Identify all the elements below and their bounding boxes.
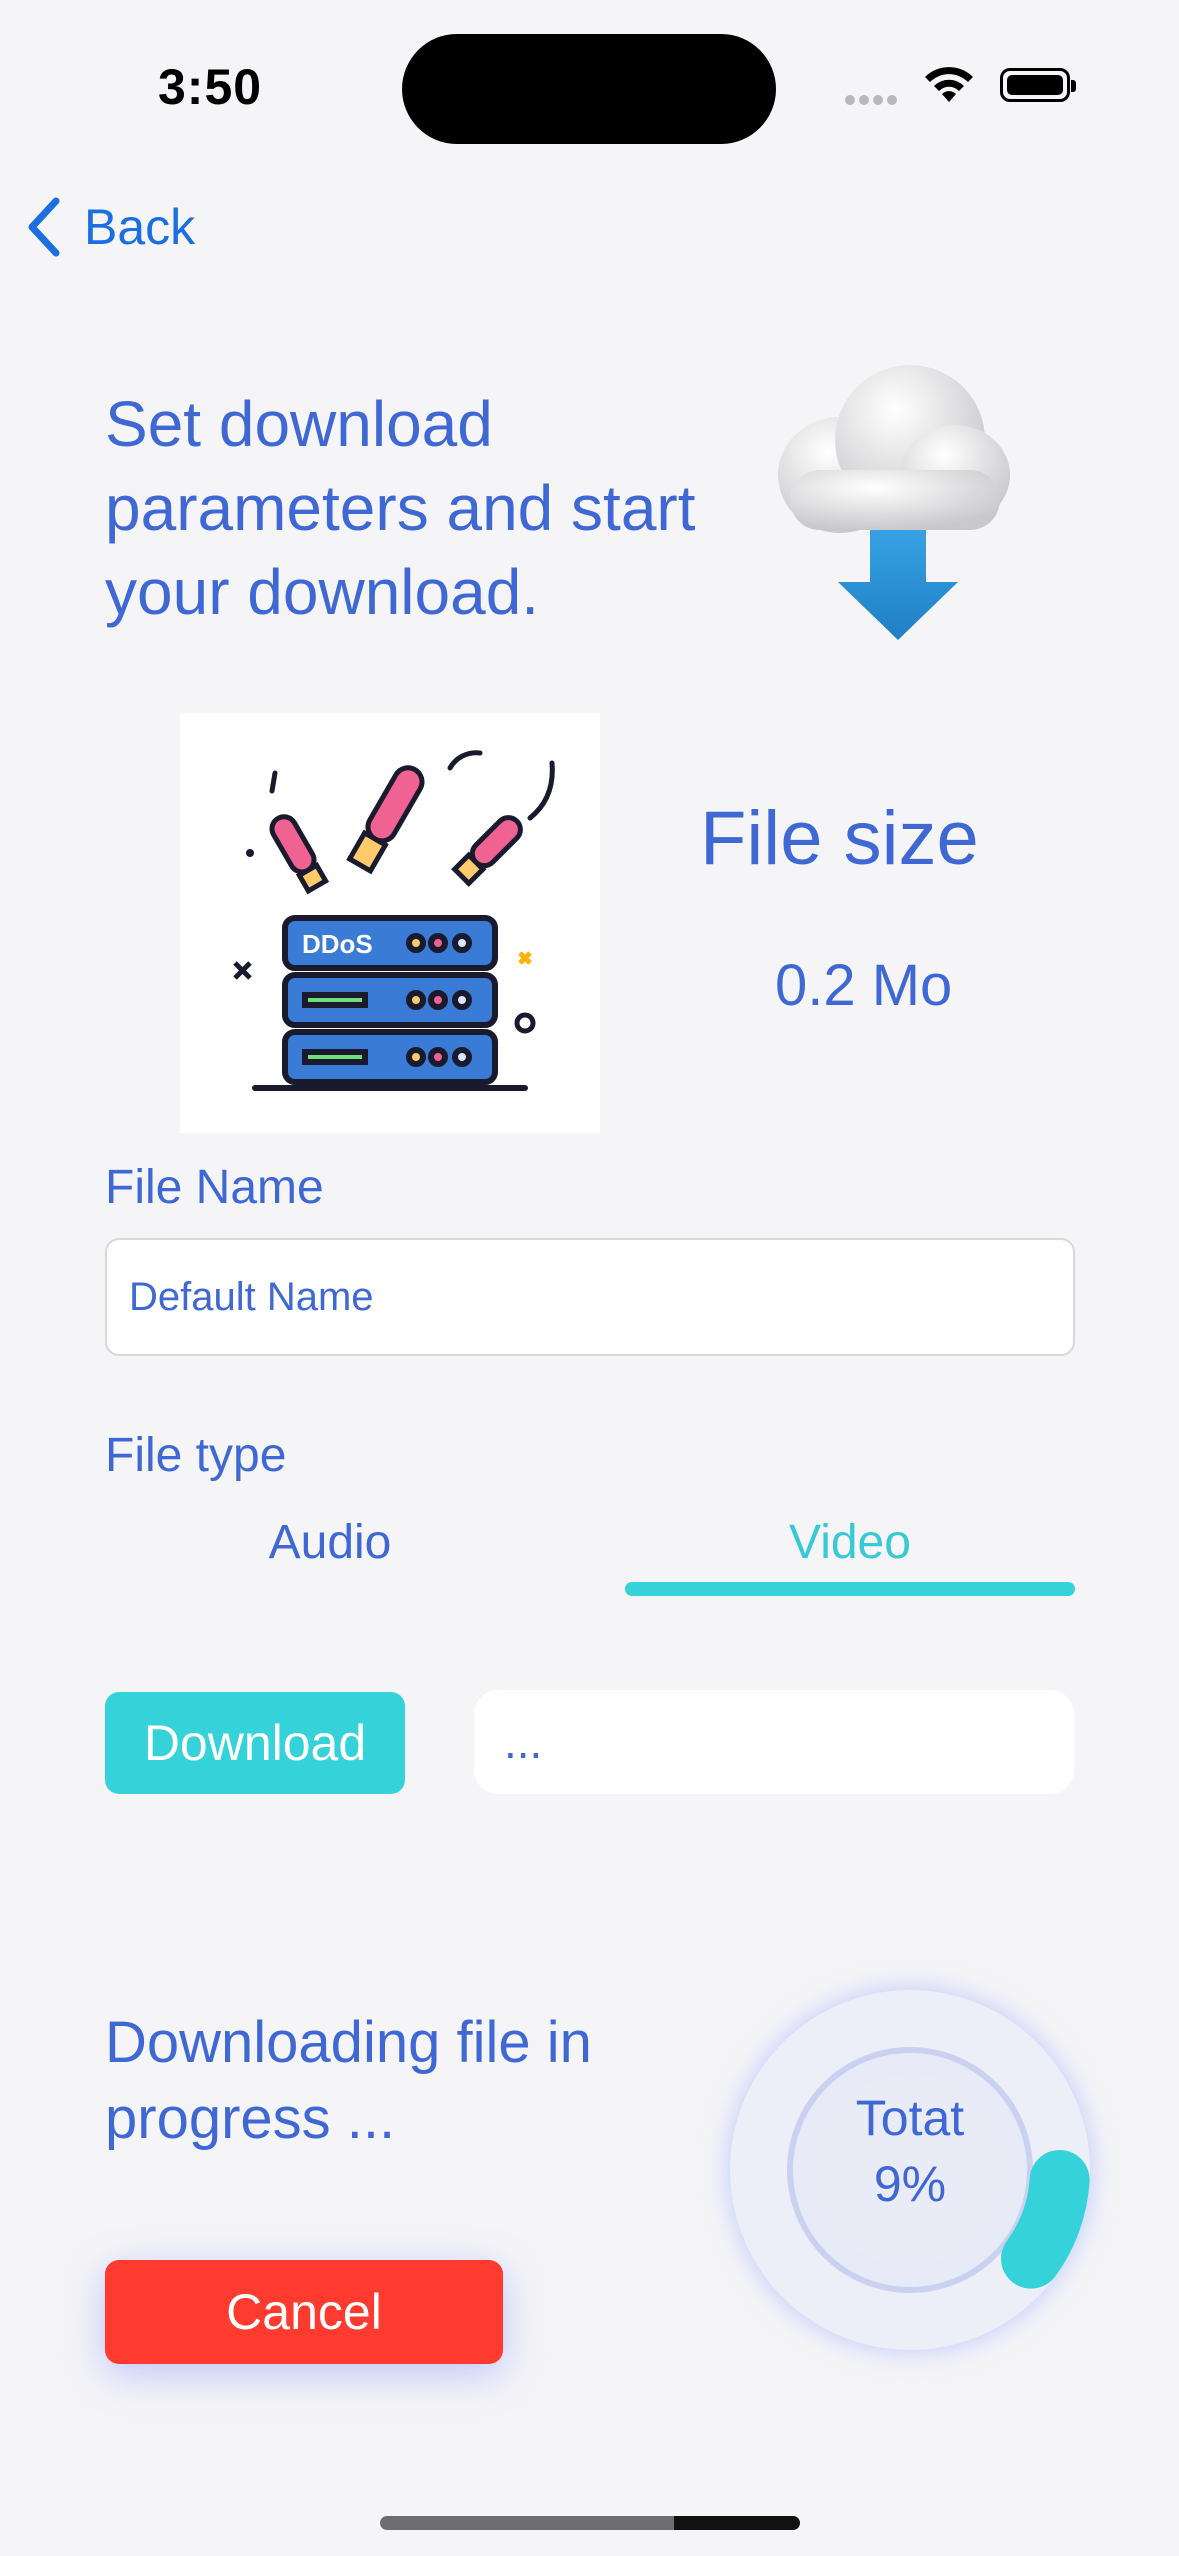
ddos-illustration: DDoS <box>180 713 600 1133</box>
progress-ring-title: Totat <box>855 2090 965 2146</box>
download-button[interactable]: Download <box>105 1692 405 1794</box>
download-progress-message: Downloading file in progress ... <box>105 2010 592 2151</box>
page-headline: Set download parameters and start your d… <box>105 388 696 628</box>
file-type-label: File type <box>105 1429 287 1482</box>
dynamic-island <box>402 34 776 144</box>
tab-audio[interactable]: Audio <box>180 1515 480 1570</box>
back-button[interactable]: Back <box>24 192 195 262</box>
battery-icon <box>1000 68 1076 102</box>
file-name-label: File Name <box>105 1161 324 1214</box>
wifi-icon <box>922 62 976 109</box>
cancel-button[interactable]: Cancel <box>105 2260 503 2364</box>
home-indicator <box>380 2516 800 2530</box>
selected-tab-indicator <box>625 1582 1075 1596</box>
chevron-left-icon <box>28 197 60 257</box>
progress-ring-label: Totat 9% <box>700 2085 1120 2217</box>
file-size-label: File size <box>700 796 979 881</box>
signal-dots-icon <box>845 92 907 105</box>
file-size-value: 0.2 Mo <box>775 953 953 1018</box>
progress-ring-percent: 9% <box>873 2156 947 2212</box>
tab-video[interactable]: Video <box>625 1515 1075 1570</box>
back-label: Back <box>84 199 196 255</box>
download-status-field: ... <box>474 1690 1074 1794</box>
cloud-download-icon <box>760 350 1020 650</box>
file-name-input[interactable]: Default Name <box>105 1238 1075 1356</box>
ddos-badge-text: DDoS <box>302 929 373 959</box>
status-time: 3:50 <box>158 59 263 115</box>
